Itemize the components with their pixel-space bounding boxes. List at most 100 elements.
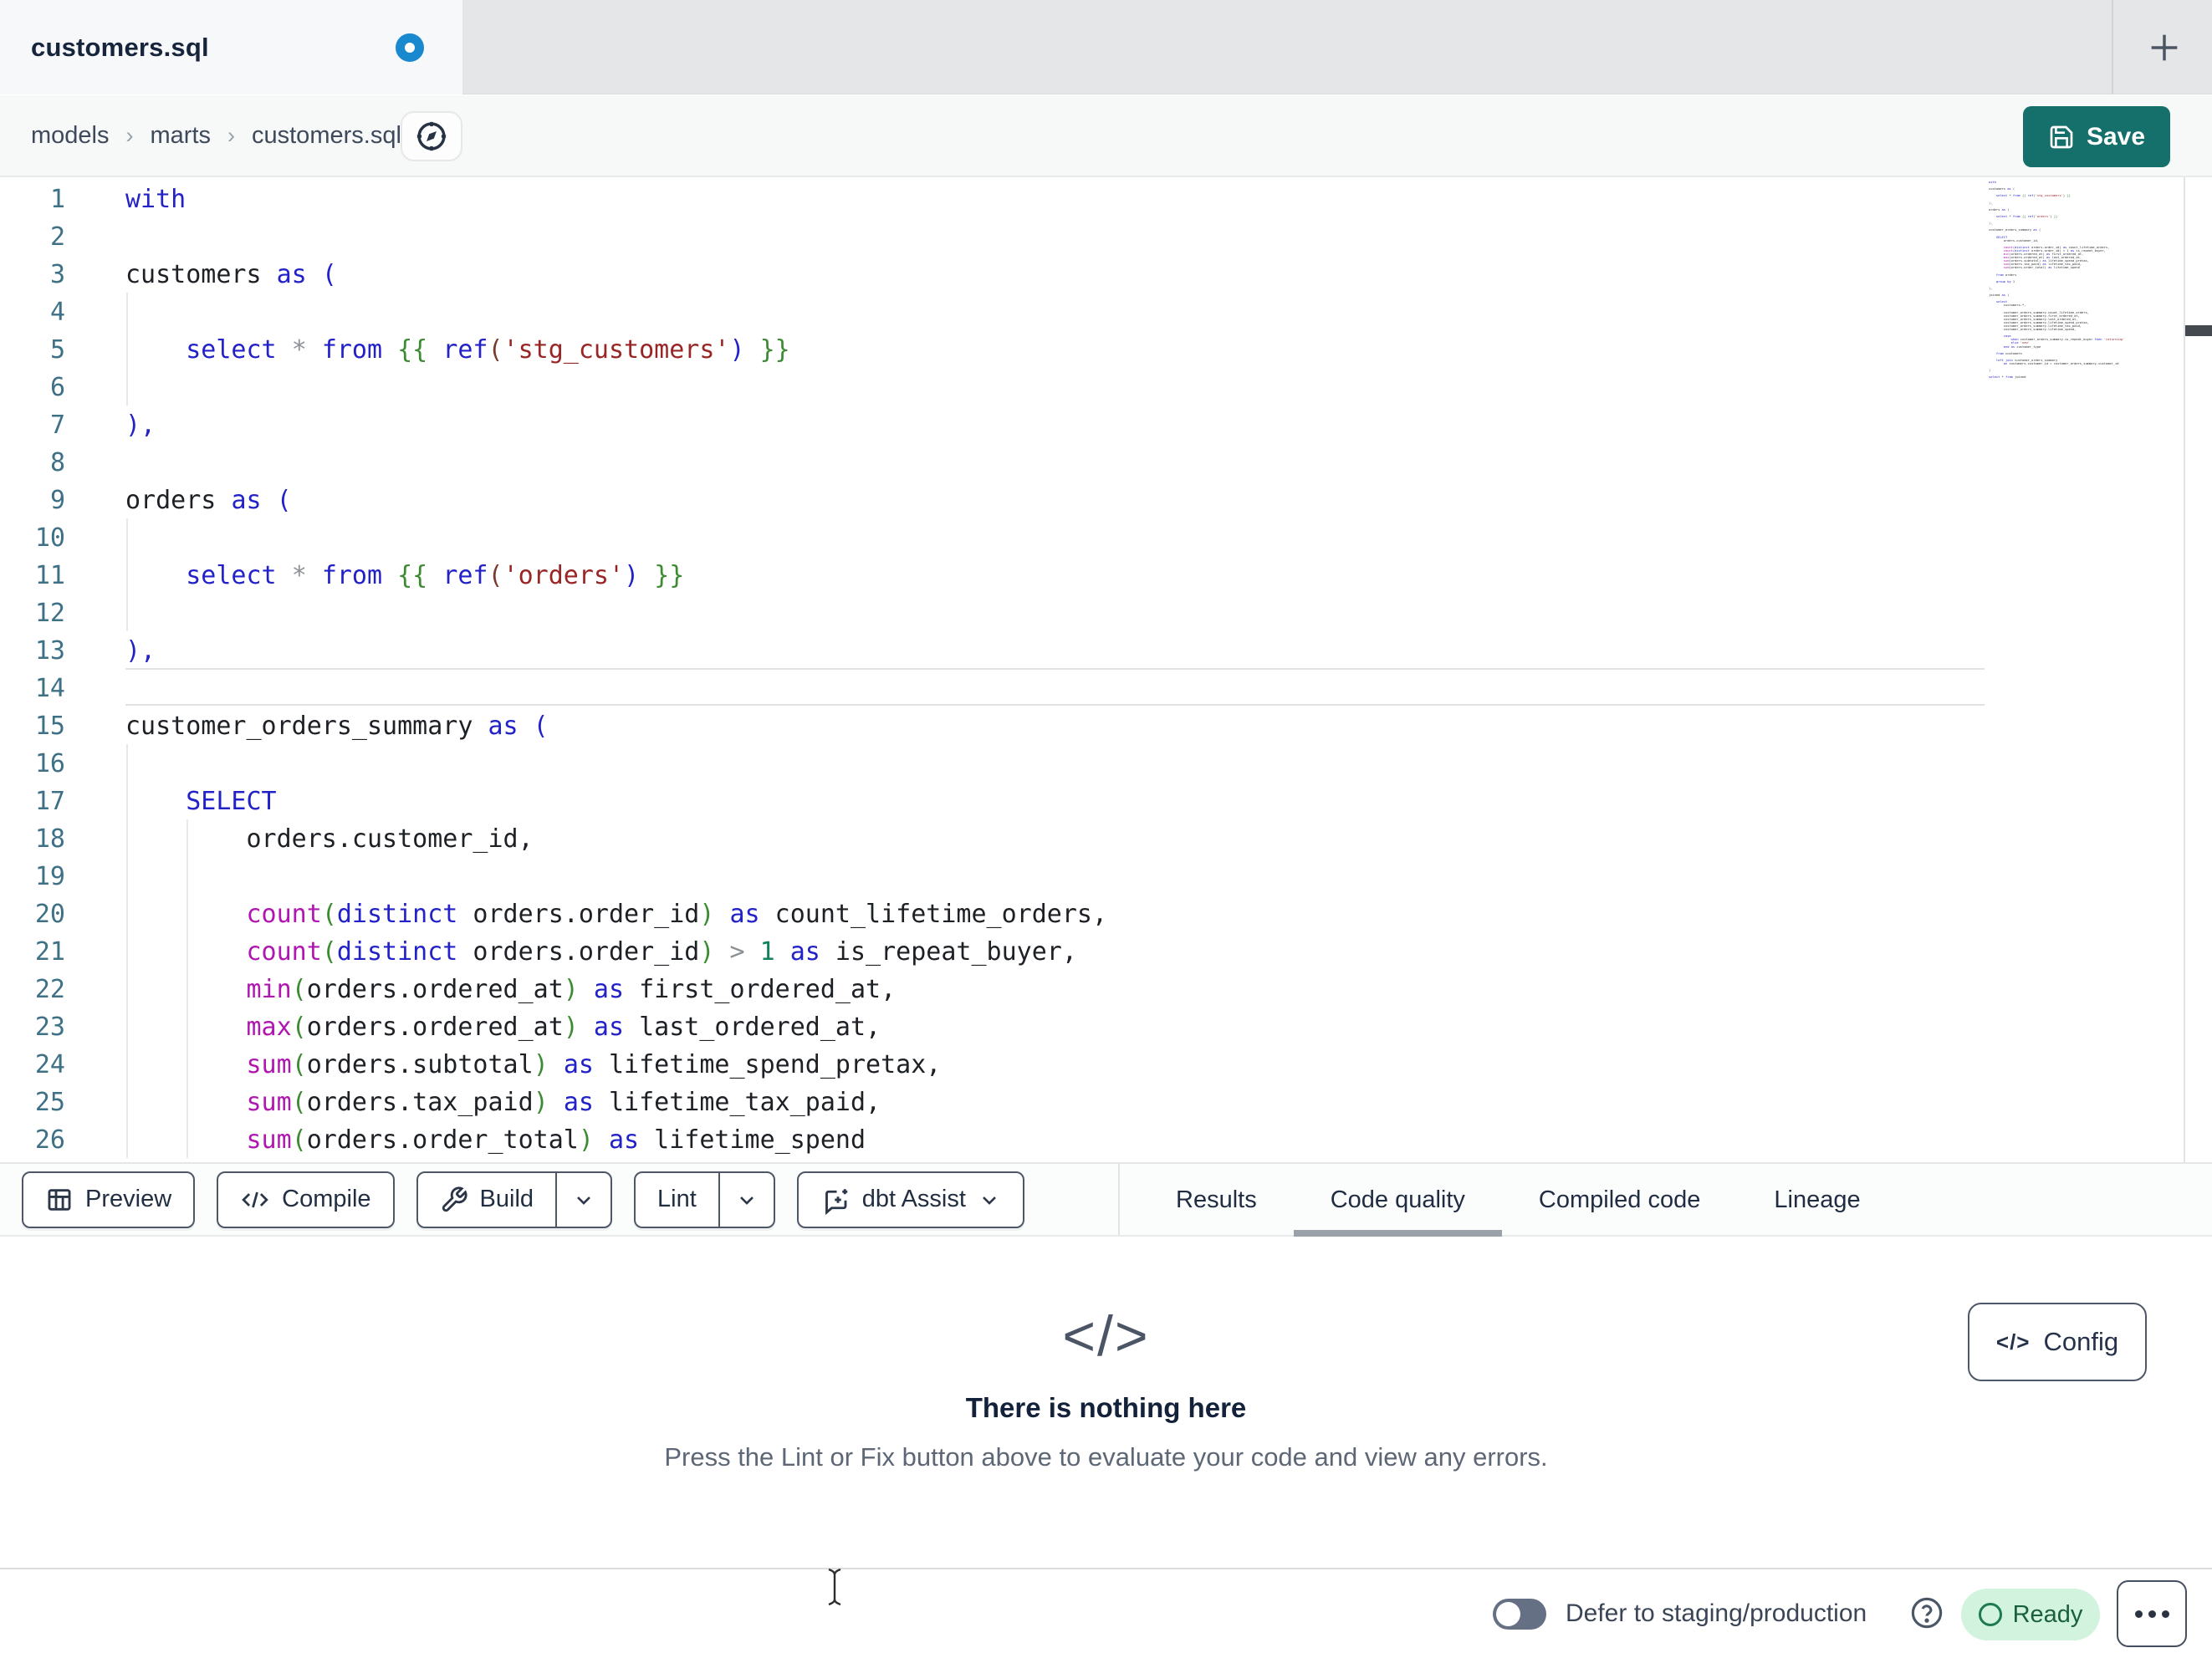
- line-number: 11: [34, 561, 65, 590]
- code-line[interactable]: 16: [0, 745, 1989, 783]
- line-number: 16: [34, 749, 65, 778]
- code-line[interactable]: 6: [0, 369, 1989, 406]
- preview-button-label: Preview: [85, 1186, 172, 1212]
- editor-tab-bar: customers.sql: [0, 0, 2212, 94]
- code-line[interactable]: 9 orders as (: [0, 482, 1989, 519]
- code-line[interactable]: 26 sum(orders.order_total) as lifetime_s…: [0, 1121, 1989, 1159]
- line-number: 9: [49, 486, 65, 515]
- line-number: 23: [34, 1013, 65, 1042]
- empty-state-subtitle: Press the Lint or Fix button above to ev…: [664, 1442, 1548, 1472]
- line-number: 24: [34, 1050, 65, 1079]
- line-number: 13: [34, 636, 65, 666]
- breadcrumb-item[interactable]: customers.sql: [252, 122, 401, 150]
- build-button[interactable]: Build: [416, 1171, 613, 1228]
- code-line[interactable]: 19: [0, 858, 1989, 895]
- panel-tab-lineage[interactable]: Lineage: [1737, 1164, 1897, 1237]
- lint-button-label: Lint: [657, 1186, 697, 1212]
- new-tab-button[interactable]: [2117, 0, 2212, 94]
- dbt-ide-window: customers.sql models › marts › customers.sql: [0, 0, 2212, 1653]
- minimap[interactable]: with customers as ( select * from {{ ref…: [1989, 181, 2124, 379]
- code-line[interactable]: 13),: [0, 632, 1989, 670]
- ready-status-badge[interactable]: Ready: [1961, 1589, 2100, 1640]
- file-tab-customers-sql[interactable]: customers.sql: [0, 0, 462, 94]
- code-line[interactable]: 12: [0, 594, 1989, 632]
- preview-button[interactable]: Preview: [22, 1171, 196, 1228]
- code-line[interactable]: 8: [0, 444, 1989, 482]
- lint-button[interactable]: Lint: [634, 1171, 775, 1228]
- code-line[interactable]: 24 sum(orders.subtotal) as lifetime_spen…: [0, 1046, 1989, 1084]
- code-line[interactable]: 23 max(orders.ordered_at) as last_ordere…: [0, 1008, 1989, 1046]
- results-panel-tabs: Results Code quality Compiled code Lineage: [1139, 1164, 1898, 1237]
- save-button-label: Save: [2086, 122, 2146, 151]
- line-number: 20: [34, 900, 65, 929]
- explore-button[interactable]: [401, 111, 462, 161]
- plus-icon: [2151, 34, 2178, 60]
- code-line[interactable]: 18 orders.customer_id,: [0, 820, 1989, 858]
- toggle-knob: [1496, 1602, 1520, 1626]
- status-bar: Defer to staging/production Ready: [0, 1568, 2212, 1653]
- code-line[interactable]: 4: [0, 293, 1989, 331]
- file-tab-title: customers.sql: [31, 32, 209, 62]
- line-number: 4: [49, 298, 65, 327]
- code-line[interactable]: 25 sum(orders.tax_paid) as lifetime_tax_…: [0, 1084, 1989, 1121]
- code-line[interactable]: 1 with: [0, 181, 1989, 218]
- breadcrumb-item[interactable]: marts: [151, 122, 212, 150]
- status-circle-icon: [1978, 1603, 2002, 1626]
- line-number: 6: [49, 373, 65, 402]
- tab-bar-divider: [2112, 0, 2113, 94]
- more-options-button[interactable]: [2117, 1580, 2187, 1647]
- code-line[interactable]: 17 SELECT: [0, 783, 1989, 820]
- empty-state-title: There is nothing here: [965, 1392, 1247, 1423]
- editor-scrollbar-thumb[interactable]: [2185, 325, 2212, 336]
- line-number: 17: [34, 787, 65, 816]
- code-line[interactable]: 3 customers as (: [0, 256, 1989, 293]
- panel-tab-results[interactable]: Results: [1139, 1164, 1294, 1237]
- dbt-assist-button[interactable]: dbt Assist: [796, 1171, 1024, 1228]
- save-button[interactable]: Save: [2023, 106, 2170, 167]
- code-lines: 1 with 2 3 customers as ( 4 5 select * from {{…: [0, 181, 1989, 1159]
- code-line[interactable]: 21 count(distinct orders.order_id) > 1 a…: [0, 933, 1989, 971]
- defer-label: Defer to staging/production: [1566, 1599, 1867, 1627]
- line-number: 5: [49, 335, 65, 365]
- code-line[interactable]: 22 min(orders.ordered_at) as first_order…: [0, 971, 1989, 1008]
- compile-button-label: Compile: [282, 1186, 371, 1212]
- code-line[interactable]: 14: [0, 670, 1989, 707]
- code-line[interactable]: 7),: [0, 406, 1989, 444]
- line-number: 15: [34, 712, 65, 741]
- breadcrumb-separator-icon: ›: [125, 122, 134, 148]
- line-number: 26: [34, 1125, 65, 1155]
- compile-button[interactable]: Compile: [217, 1171, 395, 1228]
- lint-dropdown-button[interactable]: [718, 1172, 774, 1227]
- code-line[interactable]: 10: [0, 519, 1989, 557]
- code-line[interactable]: 11 select * from {{ ref('orders') }}: [0, 557, 1989, 594]
- text-cursor-pointer: [824, 1566, 845, 1608]
- code-brackets-icon: </>: [1062, 1304, 1150, 1368]
- line-number: 19: [34, 862, 65, 891]
- breadcrumb: models › marts › customers.sql: [31, 95, 401, 176]
- line-number: 21: [34, 937, 65, 967]
- code-quality-panel: </> There is nothing here Press the Lint…: [0, 1238, 2212, 1568]
- config-button[interactable]: </> Config: [1968, 1303, 2147, 1381]
- compass-icon: [416, 121, 447, 151]
- help-icon[interactable]: [1909, 1595, 1944, 1630]
- panel-tab-compiled-code[interactable]: Compiled code: [1502, 1164, 1737, 1237]
- code-line[interactable]: 15 customer_orders_summary as (: [0, 707, 1989, 745]
- line-number: 3: [49, 260, 65, 289]
- defer-toggle[interactable]: [1493, 1599, 1546, 1630]
- build-button-label: Build: [479, 1186, 534, 1212]
- empty-state: </> There is nothing here Press the Lint…: [0, 1238, 2212, 1472]
- build-dropdown-button[interactable]: [555, 1172, 610, 1227]
- save-icon: [2050, 125, 2073, 148]
- line-number: 12: [34, 599, 65, 628]
- code-line[interactable]: 2: [0, 218, 1989, 256]
- code-line[interactable]: 20 count(distinct orders.order_id) as co…: [0, 895, 1989, 933]
- wrench-icon: [442, 1186, 467, 1212]
- panel-tab-code-quality[interactable]: Code quality: [1294, 1164, 1502, 1237]
- code-line[interactable]: 5 select * from {{ ref('stg_customers') …: [0, 331, 1989, 369]
- code-icon: [242, 1191, 268, 1207]
- code-editor[interactable]: 1 with 2 3 customers as ( 4 5 select * from {{…: [0, 177, 2212, 1162]
- line-number: 22: [34, 975, 65, 1004]
- line-number: 18: [34, 824, 65, 854]
- action-toolbar: Preview Compile Build Lint dbt Assist Re…: [0, 1162, 2212, 1237]
- breadcrumb-item[interactable]: models: [31, 122, 110, 150]
